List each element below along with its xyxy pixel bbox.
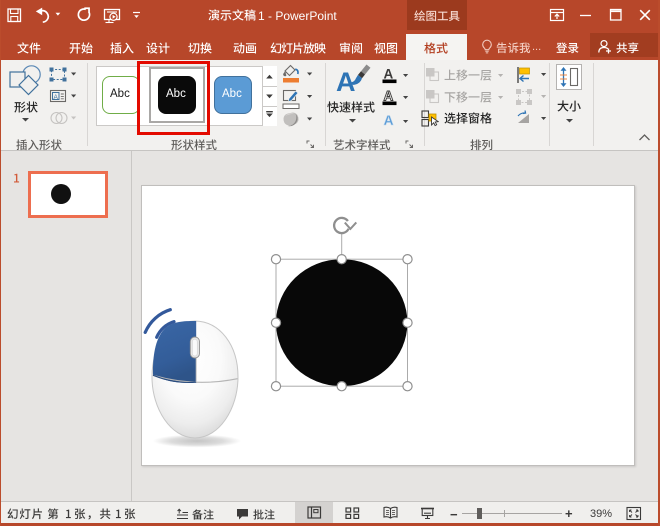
svg-text:A: A <box>384 112 394 128</box>
svg-text:A: A <box>384 89 394 104</box>
svg-text:A: A <box>54 94 59 101</box>
svg-text:A: A <box>384 67 394 82</box>
